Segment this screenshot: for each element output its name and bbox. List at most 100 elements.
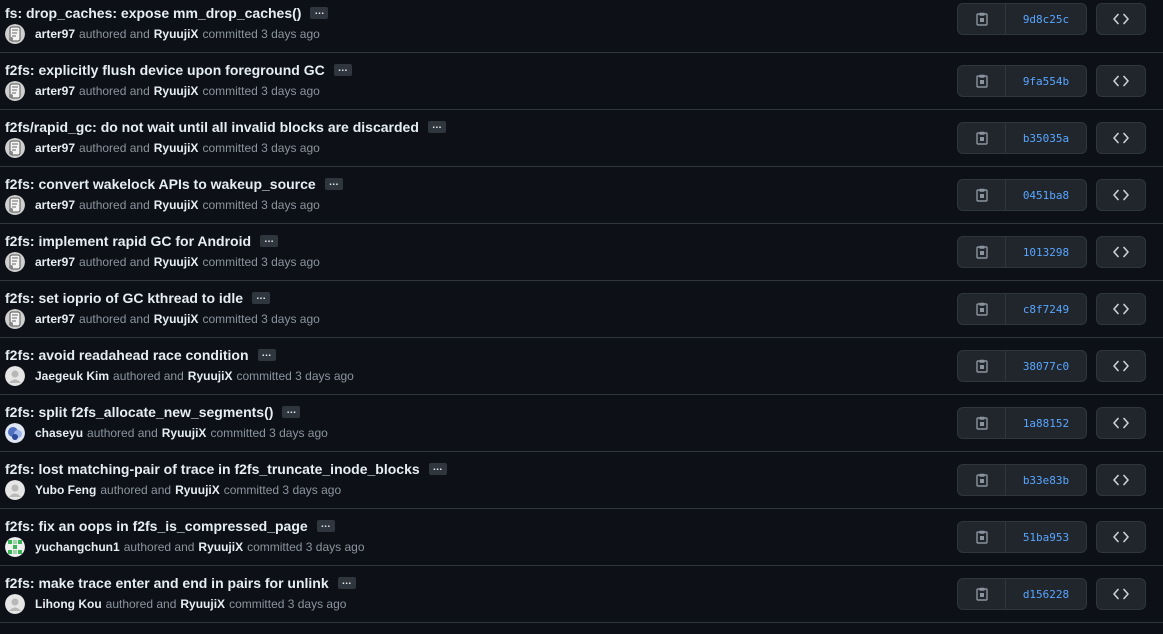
committer-link[interactable]: RyuujiX: [175, 483, 220, 497]
sha-button-group: 1013298: [957, 236, 1087, 268]
author-link[interactable]: yuchangchun1: [35, 540, 120, 554]
expand-message-button[interactable]: …: [428, 462, 447, 475]
commit-sha-link[interactable]: c8f7249: [1006, 294, 1086, 324]
commit-title-link[interactable]: f2fs: explicitly flush device upon foreg…: [5, 62, 325, 78]
copy-sha-button[interactable]: [958, 123, 1006, 153]
author-link[interactable]: Jaegeuk Kim: [35, 369, 109, 383]
committed-time: committed 3 days ago: [202, 312, 320, 326]
commit-title-link[interactable]: f2fs: split f2fs_allocate_new_segments(): [5, 404, 273, 420]
committer-link[interactable]: RyuujiX: [154, 141, 199, 155]
avatar-default[interactable]: [5, 594, 25, 614]
author-link[interactable]: arter97: [35, 141, 75, 155]
commit-actions: 9fa554b: [957, 53, 1146, 109]
copy-sha-button[interactable]: [958, 237, 1006, 267]
commit-title-link[interactable]: f2fs/rapid_gc: do not wait until all inv…: [5, 119, 419, 135]
commit-title-line: f2fs: make trace enter and end in pairs …: [5, 575, 356, 591]
browse-repo-button[interactable]: [1096, 293, 1146, 325]
author-link[interactable]: arter97: [35, 198, 75, 212]
avatar-arter97[interactable]: [5, 252, 25, 272]
author-link[interactable]: arter97: [35, 27, 75, 41]
copy-sha-button[interactable]: [958, 522, 1006, 552]
avatar-chaseyu[interactable]: [5, 423, 25, 443]
commit-meta: arter97 authored and RyuujiX committed 3…: [5, 309, 324, 329]
committer-link[interactable]: RyuujiX: [188, 369, 233, 383]
commit-sha-link[interactable]: 51ba953: [1006, 522, 1086, 552]
copy-sha-button[interactable]: [958, 579, 1006, 609]
expand-message-button[interactable]: …: [257, 348, 276, 361]
copy-sha-button[interactable]: [958, 351, 1006, 381]
browse-repo-button[interactable]: [1096, 407, 1146, 439]
committer-link[interactable]: RyuujiX: [154, 27, 199, 41]
commit-sha-link[interactable]: 1a88152: [1006, 408, 1086, 438]
copy-sha-button[interactable]: [958, 180, 1006, 210]
commit-title-link[interactable]: f2fs: set ioprio of GC kthread to idle: [5, 290, 243, 306]
browse-repo-button[interactable]: [1096, 65, 1146, 97]
commit-sha-link[interactable]: 9d8c25c: [1006, 4, 1086, 34]
commit-meta: arter97 authored and RyuujiX committed 3…: [5, 138, 324, 158]
commit-sha-link[interactable]: b33e83b: [1006, 465, 1086, 495]
commit-title-link[interactable]: f2fs: lost matching-pair of trace in f2f…: [5, 461, 420, 477]
commit-title-line: f2fs/rapid_gc: do not wait until all inv…: [5, 119, 446, 135]
author-link[interactable]: Lihong Kou: [35, 597, 102, 611]
avatar-arter97[interactable]: [5, 81, 25, 101]
commit-title-link[interactable]: f2fs: implement rapid GC for Android: [5, 233, 251, 249]
commit-title-link[interactable]: fs: drop_caches: expose mm_drop_caches(): [5, 5, 301, 21]
author-link[interactable]: chaseyu: [35, 426, 83, 440]
commit-sha-link[interactable]: 1013298: [1006, 237, 1086, 267]
browse-repo-button[interactable]: [1096, 179, 1146, 211]
committer-link[interactable]: RyuujiX: [154, 84, 199, 98]
browse-repo-button[interactable]: [1096, 578, 1146, 610]
copy-sha-button[interactable]: [958, 294, 1006, 324]
browse-repo-button[interactable]: [1096, 236, 1146, 268]
commit-title-link[interactable]: f2fs: make trace enter and end in pairs …: [5, 575, 329, 591]
committer-link[interactable]: RyuujiX: [180, 597, 225, 611]
avatar-identicon-green[interactable]: [5, 537, 25, 557]
commit-sha-link[interactable]: 9fa554b: [1006, 66, 1086, 96]
commit-sha-link[interactable]: 0451ba8: [1006, 180, 1086, 210]
expand-message-button[interactable]: …: [252, 291, 271, 304]
committer-link[interactable]: RyuujiX: [154, 312, 199, 326]
avatar-default[interactable]: [5, 480, 25, 500]
expand-message-button[interactable]: …: [260, 234, 279, 247]
expand-message-button[interactable]: …: [324, 177, 343, 190]
commit-sha-link[interactable]: b35035a: [1006, 123, 1086, 153]
commit-sha-link[interactable]: 38077c0: [1006, 351, 1086, 381]
expand-message-button[interactable]: …: [427, 120, 446, 133]
committer-link[interactable]: RyuujiX: [154, 198, 199, 212]
expand-message-button[interactable]: …: [282, 405, 301, 418]
copy-sha-button[interactable]: [958, 408, 1006, 438]
commit-title-link[interactable]: f2fs: fix an oops in f2fs_is_compressed_…: [5, 518, 308, 534]
copy-sha-button[interactable]: [958, 4, 1006, 34]
browse-repo-button[interactable]: [1096, 464, 1146, 496]
commit-title-link[interactable]: f2fs: avoid readahead race condition: [5, 347, 249, 363]
browse-repo-button[interactable]: [1096, 122, 1146, 154]
expand-message-button[interactable]: …: [337, 576, 356, 589]
commit-title-line: f2fs: set ioprio of GC kthread to idle …: [5, 290, 271, 306]
code-icon: [1113, 474, 1129, 486]
expand-message-button[interactable]: …: [316, 519, 335, 532]
author-link[interactable]: arter97: [35, 312, 75, 326]
author-link[interactable]: arter97: [35, 84, 75, 98]
avatar-default[interactable]: [5, 366, 25, 386]
avatar-arter97[interactable]: [5, 195, 25, 215]
committer-link[interactable]: RyuujiX: [154, 255, 199, 269]
browse-repo-button[interactable]: [1096, 3, 1146, 35]
commit-sha-link[interactable]: d156228: [1006, 579, 1086, 609]
author-link[interactable]: arter97: [35, 255, 75, 269]
browse-repo-button[interactable]: [1096, 350, 1146, 382]
avatar-arter97[interactable]: [5, 309, 25, 329]
expand-message-button[interactable]: …: [310, 6, 329, 19]
expand-message-button[interactable]: …: [333, 63, 352, 76]
copy-sha-button[interactable]: [958, 465, 1006, 495]
commit-title-link[interactable]: f2fs: convert wakelock APIs to wakeup_so…: [5, 176, 316, 192]
browse-repo-button[interactable]: [1096, 521, 1146, 553]
copy-sha-button[interactable]: [958, 66, 1006, 96]
code-icon: [1113, 531, 1129, 543]
avatar-arter97[interactable]: [5, 138, 25, 158]
authored-text: authored and: [87, 426, 158, 440]
avatar-arter97[interactable]: [5, 24, 25, 44]
committer-link[interactable]: RyuujiX: [198, 540, 243, 554]
authored-text: authored and: [79, 198, 150, 212]
author-link[interactable]: Yubo Feng: [35, 483, 96, 497]
committer-link[interactable]: RyuujiX: [162, 426, 207, 440]
